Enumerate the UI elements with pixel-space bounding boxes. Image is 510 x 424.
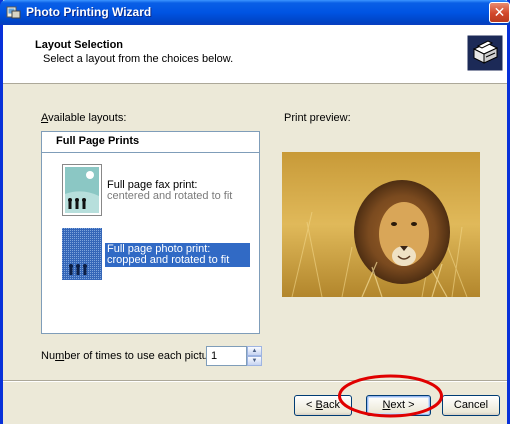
close-icon: ✕ <box>493 4 506 20</box>
page-title: Layout Selection <box>35 39 124 51</box>
print-preview-label: Print preview: <box>284 112 351 124</box>
page-subtitle: Select a layout from the choices below. <box>43 53 234 65</box>
fax-print-text: Full page fax print: centered and rotate… <box>107 180 232 202</box>
layout-group-header: Full Page Prints <box>42 132 259 153</box>
title-bar[interactable]: Photo Printing Wizard ✕ <box>0 0 510 25</box>
photo-printing-wizard-window: Photo Printing Wizard ✕ Layout Selection… <box>0 0 510 424</box>
copies-input[interactable]: 1 <box>206 346 247 366</box>
copies-value: 1 <box>211 350 218 362</box>
annotation-circle <box>338 374 443 418</box>
back-label-pre: < <box>306 399 316 411</box>
printer-icon <box>467 35 503 71</box>
photo-print-subtitle: cropped and rotated to fit <box>107 254 230 266</box>
copies-spinner: ▲ ▼ <box>247 346 262 366</box>
label-text: vailable layouts: <box>48 112 127 124</box>
photo-wizard-icon <box>6 6 21 19</box>
spin-up-button[interactable]: ▲ <box>247 346 262 356</box>
copies-label-pre: Nu <box>41 350 56 362</box>
fax-print-thumbnail <box>62 164 102 216</box>
spin-down-icon: ▼ <box>251 358 258 364</box>
wizard-header: Layout Selection Select a layout from th… <box>3 25 507 84</box>
layout-listbox[interactable]: Full Page Prints Full page fax print: ce… <box>41 131 260 334</box>
copies-label: Number of times to use each picture: <box>41 350 221 362</box>
copies-label-post: ber of times to use each picture: <box>64 350 221 362</box>
window-title: Photo Printing Wizard <box>26 5 152 19</box>
available-layouts-label: Available layouts: <box>41 112 126 124</box>
print-preview-image <box>282 152 480 297</box>
photo-print-text: Full page photo print: cropped and rotat… <box>105 243 250 267</box>
close-button[interactable]: ✕ <box>489 2 510 23</box>
fax-print-subtitle: centered and rotated to fit <box>107 190 233 202</box>
photo-print-thumbnail <box>62 228 102 280</box>
back-label-mnemonic: B <box>315 399 323 411</box>
layout-group-title: Full Page Prints <box>56 135 140 147</box>
cancel-button[interactable]: Cancel <box>442 395 500 416</box>
spin-down-button[interactable]: ▼ <box>247 356 262 366</box>
copies-label-mnemonic: m <box>55 350 65 362</box>
spin-up-icon: ▲ <box>251 348 258 354</box>
